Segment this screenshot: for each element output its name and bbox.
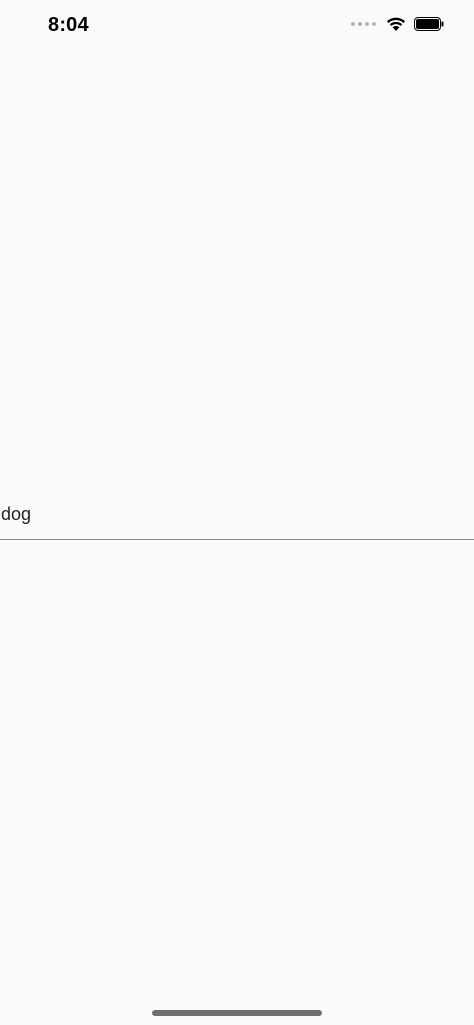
wifi-icon <box>387 17 405 31</box>
home-indicator[interactable] <box>152 1010 322 1016</box>
status-icons <box>351 16 444 32</box>
search-input-value: dog <box>1 504 32 524</box>
status-time: 8:04 <box>48 14 89 36</box>
app-screen: 8:04 dog <box>0 0 474 1025</box>
status-bar: 8:04 <box>0 0 474 54</box>
battery-icon <box>414 17 444 31</box>
search-input[interactable]: dog <box>0 496 474 540</box>
cellular-dots-icon <box>351 22 376 26</box>
